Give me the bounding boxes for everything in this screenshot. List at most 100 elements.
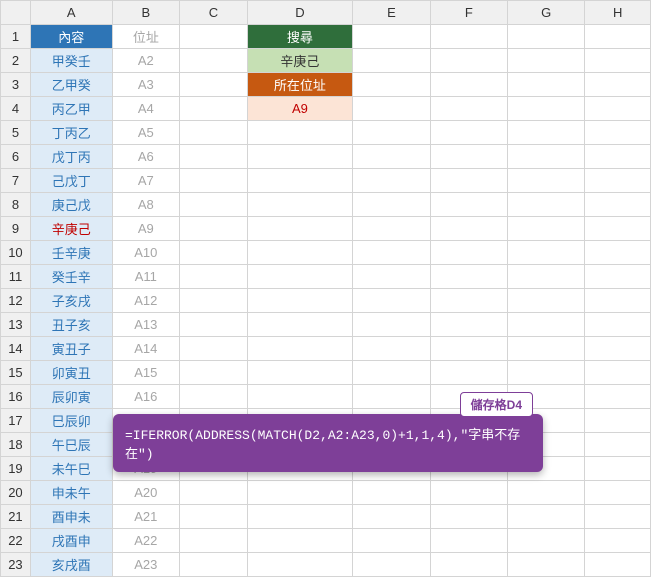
row-header-12[interactable]: 12 <box>1 289 31 313</box>
cell-E14[interactable] <box>353 337 430 361</box>
cell-G13[interactable] <box>508 313 585 337</box>
cell-B9[interactable]: A9 <box>112 217 180 241</box>
cell-F6[interactable] <box>430 145 507 169</box>
row-header-2[interactable]: 2 <box>1 49 31 73</box>
cell-G6[interactable] <box>508 145 585 169</box>
cell-H11[interactable] <box>585 265 651 289</box>
cell-B15[interactable]: A15 <box>112 361 180 385</box>
cell-B3[interactable]: A3 <box>112 73 180 97</box>
cell-F23[interactable] <box>430 553 507 577</box>
cell-G10[interactable] <box>508 241 585 265</box>
cell-C11[interactable] <box>180 265 248 289</box>
cell-G1[interactable] <box>508 25 585 49</box>
row-header-4[interactable]: 4 <box>1 97 31 121</box>
cell-D22[interactable] <box>247 529 353 553</box>
cell-C23[interactable] <box>180 553 248 577</box>
cell-E8[interactable] <box>353 193 430 217</box>
cell-G5[interactable] <box>508 121 585 145</box>
cell-A7[interactable]: 己戊丁 <box>30 169 112 193</box>
cell-F11[interactable] <box>430 265 507 289</box>
cell-A2[interactable]: 甲癸壬 <box>30 49 112 73</box>
row-header-14[interactable]: 14 <box>1 337 31 361</box>
col-header-C[interactable]: C <box>180 1 248 25</box>
cell-D6[interactable] <box>247 145 353 169</box>
cell-H2[interactable] <box>585 49 651 73</box>
cell-D2[interactable]: 辛庚己 <box>247 49 353 73</box>
cell-A3[interactable]: 乙甲癸 <box>30 73 112 97</box>
cell-C7[interactable] <box>180 169 248 193</box>
cell-H16[interactable] <box>585 385 651 409</box>
cell-C14[interactable] <box>180 337 248 361</box>
cell-F8[interactable] <box>430 193 507 217</box>
cell-B20[interactable]: A20 <box>112 481 180 505</box>
row-header-10[interactable]: 10 <box>1 241 31 265</box>
cell-D8[interactable] <box>247 193 353 217</box>
cell-A6[interactable]: 戊丁丙 <box>30 145 112 169</box>
cell-A4[interactable]: 丙乙甲 <box>30 97 112 121</box>
col-header-E[interactable]: E <box>353 1 430 25</box>
cell-G4[interactable] <box>508 97 585 121</box>
cell-A21[interactable]: 酉申未 <box>30 505 112 529</box>
row-header-9[interactable]: 9 <box>1 217 31 241</box>
row-header-16[interactable]: 16 <box>1 385 31 409</box>
cell-A14[interactable]: 寅丑子 <box>30 337 112 361</box>
col-header-H[interactable]: H <box>585 1 651 25</box>
cell-B11[interactable]: A11 <box>112 265 180 289</box>
cell-H9[interactable] <box>585 217 651 241</box>
cell-F7[interactable] <box>430 169 507 193</box>
cell-C21[interactable] <box>180 505 248 529</box>
cell-A12[interactable]: 子亥戌 <box>30 289 112 313</box>
cell-F1[interactable] <box>430 25 507 49</box>
row-header-22[interactable]: 22 <box>1 529 31 553</box>
cell-A13[interactable]: 丑子亥 <box>30 313 112 337</box>
cell-C22[interactable] <box>180 529 248 553</box>
cell-B23[interactable]: A23 <box>112 553 180 577</box>
row-header-18[interactable]: 18 <box>1 433 31 457</box>
row-header-7[interactable]: 7 <box>1 169 31 193</box>
cell-H3[interactable] <box>585 73 651 97</box>
cell-E2[interactable] <box>353 49 430 73</box>
row-header-8[interactable]: 8 <box>1 193 31 217</box>
cell-E13[interactable] <box>353 313 430 337</box>
cell-G7[interactable] <box>508 169 585 193</box>
cell-B8[interactable]: A8 <box>112 193 180 217</box>
cell-D4[interactable]: A9 <box>247 97 353 121</box>
cell-H6[interactable] <box>585 145 651 169</box>
row-header-20[interactable]: 20 <box>1 481 31 505</box>
cell-F2[interactable] <box>430 49 507 73</box>
row-header-21[interactable]: 21 <box>1 505 31 529</box>
cell-H19[interactable] <box>585 457 651 481</box>
cell-B22[interactable]: A22 <box>112 529 180 553</box>
cell-A11[interactable]: 癸壬辛 <box>30 265 112 289</box>
cell-C1[interactable] <box>180 25 248 49</box>
cell-C3[interactable] <box>180 73 248 97</box>
cell-A18[interactable]: 午巳辰 <box>30 433 112 457</box>
cell-D13[interactable] <box>247 313 353 337</box>
cell-B2[interactable]: A2 <box>112 49 180 73</box>
row-header-17[interactable]: 17 <box>1 409 31 433</box>
cell-B1[interactable]: 位址 <box>112 25 180 49</box>
row-header-6[interactable]: 6 <box>1 145 31 169</box>
cell-A5[interactable]: 丁丙乙 <box>30 121 112 145</box>
cell-B5[interactable]: A5 <box>112 121 180 145</box>
cell-D9[interactable] <box>247 217 353 241</box>
cell-F20[interactable] <box>430 481 507 505</box>
cell-C12[interactable] <box>180 289 248 313</box>
cell-F22[interactable] <box>430 529 507 553</box>
cell-H20[interactable] <box>585 481 651 505</box>
col-header-G[interactable]: G <box>508 1 585 25</box>
row-header-15[interactable]: 15 <box>1 361 31 385</box>
cell-H21[interactable] <box>585 505 651 529</box>
cell-E5[interactable] <box>353 121 430 145</box>
cell-H4[interactable] <box>585 97 651 121</box>
cell-D5[interactable] <box>247 121 353 145</box>
cell-D16[interactable] <box>247 385 353 409</box>
cell-G3[interactable] <box>508 73 585 97</box>
cell-B10[interactable]: A10 <box>112 241 180 265</box>
cell-G15[interactable] <box>508 361 585 385</box>
cell-H13[interactable] <box>585 313 651 337</box>
cell-A1[interactable]: 內容 <box>30 25 112 49</box>
cell-A9[interactable]: 辛庚己 <box>30 217 112 241</box>
cell-D23[interactable] <box>247 553 353 577</box>
cell-C20[interactable] <box>180 481 248 505</box>
